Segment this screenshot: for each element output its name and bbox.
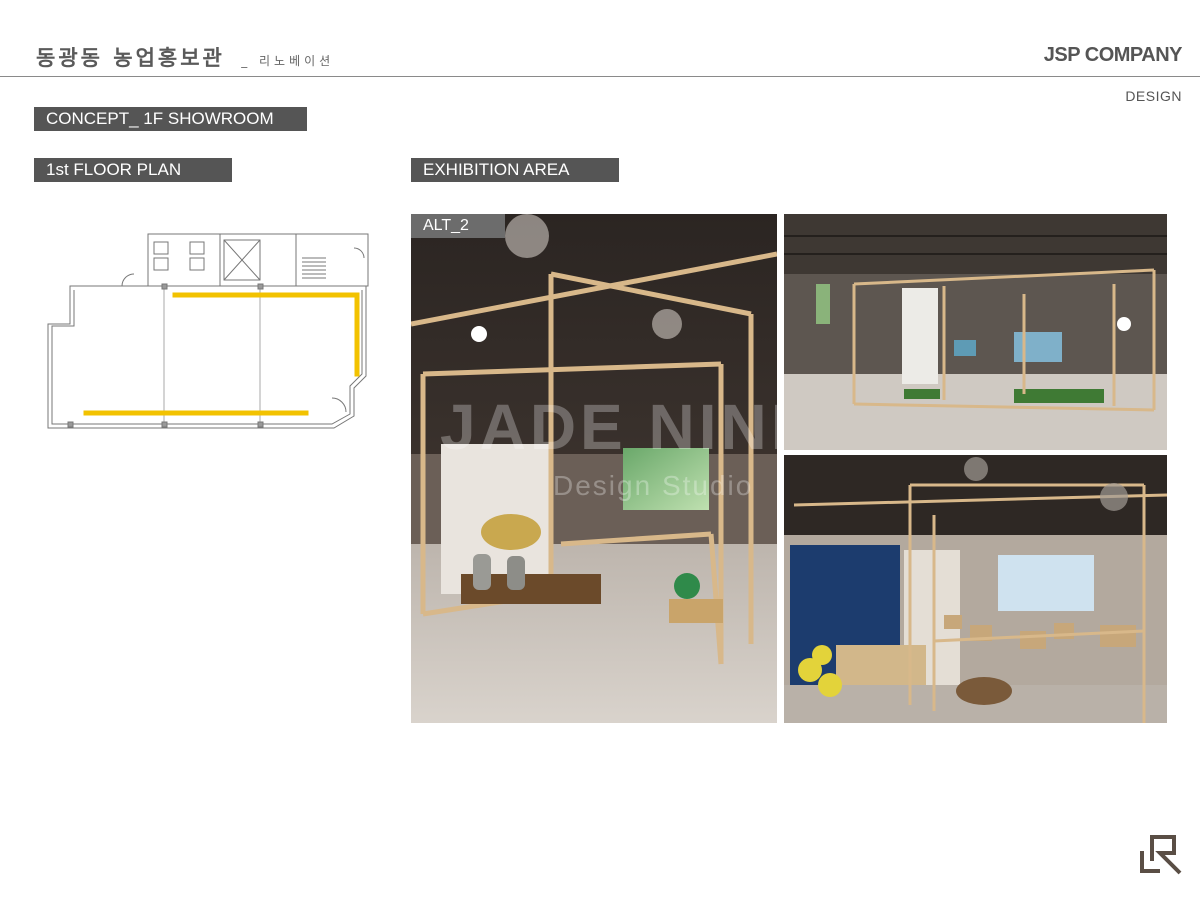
floor-plan-label: 1st FLOOR PLAN bbox=[34, 158, 232, 182]
section-label: DESIGN bbox=[1125, 88, 1182, 104]
concept-label: CONCEPT_ 1F SHOWROOM bbox=[34, 107, 307, 131]
page-title: 동광동 농업홍보관 _ 리노베이션 bbox=[36, 42, 334, 72]
exhibition-photo-detail bbox=[784, 455, 1167, 723]
floor-plan-drawing bbox=[44, 228, 374, 438]
header-divider bbox=[0, 76, 1200, 77]
exhibition-label: EXHIBITION AREA bbox=[411, 158, 619, 182]
company-name: JSP COMPANY bbox=[1043, 44, 1183, 66]
floor-plan-svg bbox=[47, 233, 369, 429]
logo-mark-icon bbox=[1138, 833, 1184, 877]
alt-label: ALT_2 bbox=[411, 214, 505, 238]
exhibition-photo-overview bbox=[784, 214, 1167, 450]
title-text: 동광동 농업홍보관 bbox=[36, 46, 225, 70]
page-subtitle: _ 리노베이션 bbox=[241, 54, 335, 68]
exhibition-photo-main bbox=[411, 214, 777, 723]
